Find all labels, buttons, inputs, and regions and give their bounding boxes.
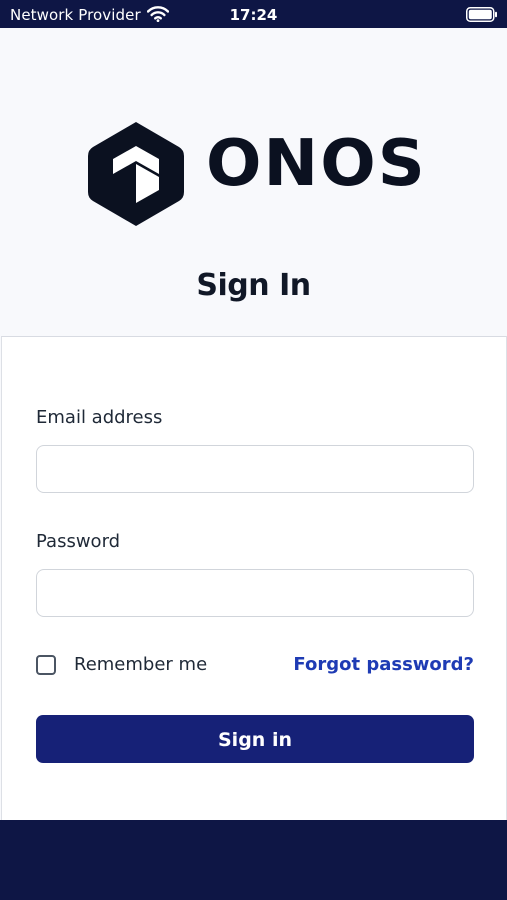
- forgot-password-link[interactable]: Forgot password?: [293, 654, 474, 675]
- footer-band: [0, 820, 507, 900]
- email-label: Email address: [36, 407, 163, 428]
- signin-form-card: Email address Password Remember me Forgo…: [1, 336, 507, 821]
- password-input[interactable]: [36, 569, 474, 617]
- battery-icon: [466, 7, 498, 26]
- email-input[interactable]: [36, 445, 474, 493]
- remember-me-label: Remember me: [74, 654, 208, 675]
- password-label: Password: [36, 531, 121, 552]
- page-title: Sign In: [196, 268, 311, 303]
- brand-name: ONOS: [206, 127, 427, 201]
- onos-logo-icon: [87, 120, 185, 233]
- status-bar: Network Provider 17:24: [0, 0, 507, 28]
- status-time: 17:24: [229, 6, 278, 24]
- remember-me-checkbox[interactable]: [36, 655, 56, 675]
- login-header: ONOS Sign In: [0, 28, 507, 336]
- sign-in-button[interactable]: Sign in: [36, 715, 474, 763]
